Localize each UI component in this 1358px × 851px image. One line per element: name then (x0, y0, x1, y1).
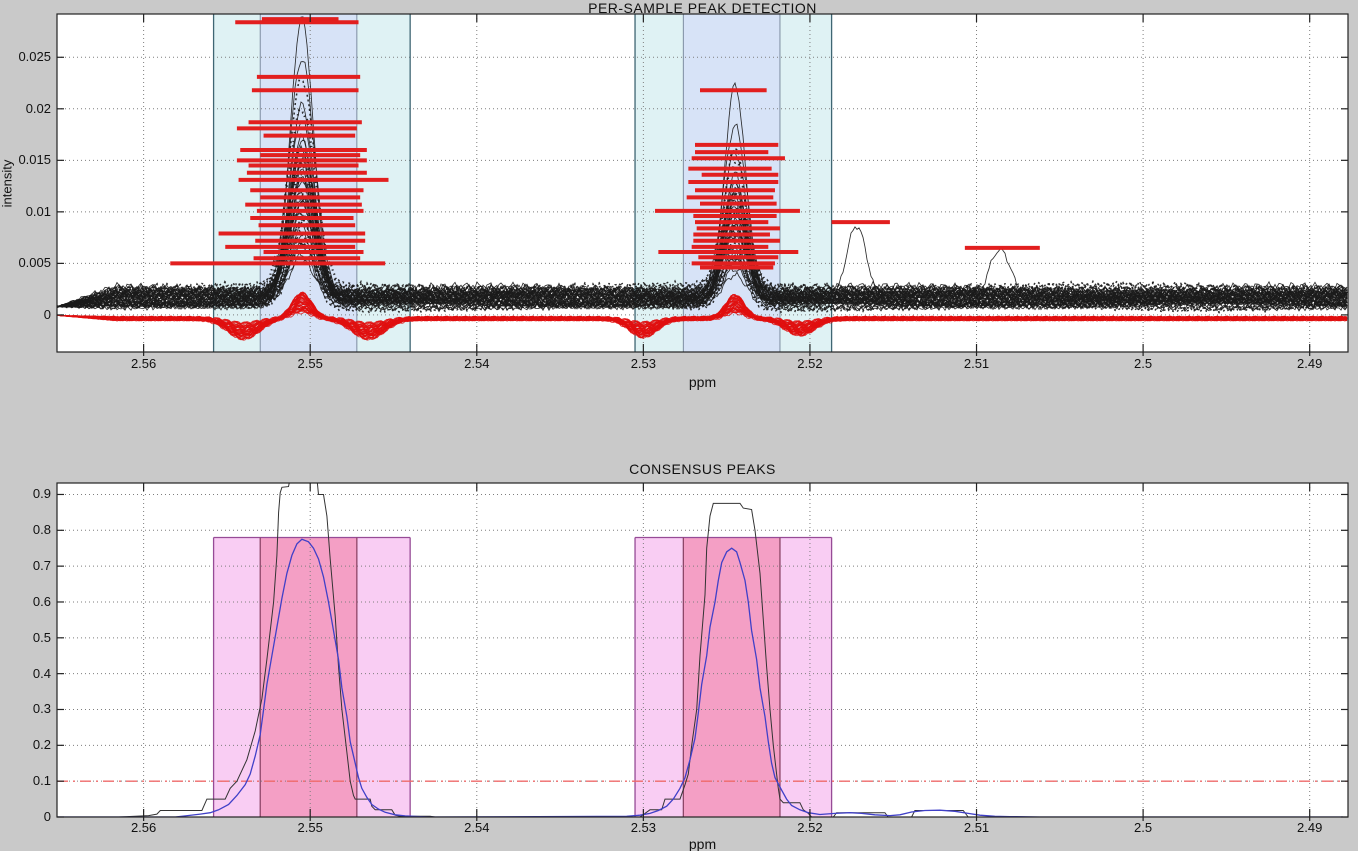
y-tick-label: 0.1 (5, 773, 51, 788)
per-sample-plot-xlabel: ppm (57, 374, 1348, 390)
x-tick-label: 2.54 (450, 820, 504, 835)
y-tick-label: 0.4 (5, 666, 51, 681)
y-tick-label: 0 (5, 809, 51, 824)
x-tick-label: 2.55 (283, 820, 337, 835)
x-tick-label: 2.49 (1283, 820, 1337, 835)
y-tick-label: 0.7 (5, 558, 51, 573)
y-tick-label: 0.02 (5, 101, 51, 116)
x-tick-label: 2.51 (950, 356, 1004, 371)
y-tick-label: 0 (5, 307, 51, 322)
y-tick-label: 0.9 (5, 486, 51, 501)
y-tick-label: 0.005 (5, 255, 51, 270)
x-tick-label: 2.53 (616, 356, 670, 371)
y-tick-label: 0.5 (5, 630, 51, 645)
consensus-plot-area (57, 483, 1348, 817)
y-tick-label: 0.2 (5, 737, 51, 752)
x-tick-label: 2.5 (1116, 356, 1170, 371)
x-tick-label: 2.52 (783, 356, 837, 371)
x-tick-label: 2.5 (1116, 820, 1170, 835)
x-tick-label: 2.52 (783, 820, 837, 835)
x-tick-label: 2.51 (950, 820, 1004, 835)
x-tick-label: 2.54 (450, 356, 504, 371)
y-tick-label: 0.8 (5, 522, 51, 537)
x-tick-label: 2.55 (283, 356, 337, 371)
x-tick-label: 2.56 (117, 820, 171, 835)
consensus-plot-xlabel: ppm (57, 836, 1348, 851)
x-tick-label: 2.53 (616, 820, 670, 835)
per-sample-plot-ylabel: intensity (0, 129, 15, 239)
y-tick-label: 0.025 (5, 49, 51, 64)
x-tick-label: 2.56 (117, 356, 171, 371)
matlab-figure: PER-SAMPLE PEAK DETECTION intensity ppm … (0, 0, 1358, 851)
y-tick-label: 0.3 (5, 701, 51, 716)
consensus-plot-title: CONSENSUS PEAKS (57, 461, 1348, 477)
x-tick-label: 2.49 (1283, 356, 1337, 371)
y-tick-label: 0.6 (5, 594, 51, 609)
per-sample-plot-area (57, 14, 1348, 352)
y-tick-label: 0.01 (5, 204, 51, 219)
y-tick-label: 0.015 (5, 152, 51, 167)
